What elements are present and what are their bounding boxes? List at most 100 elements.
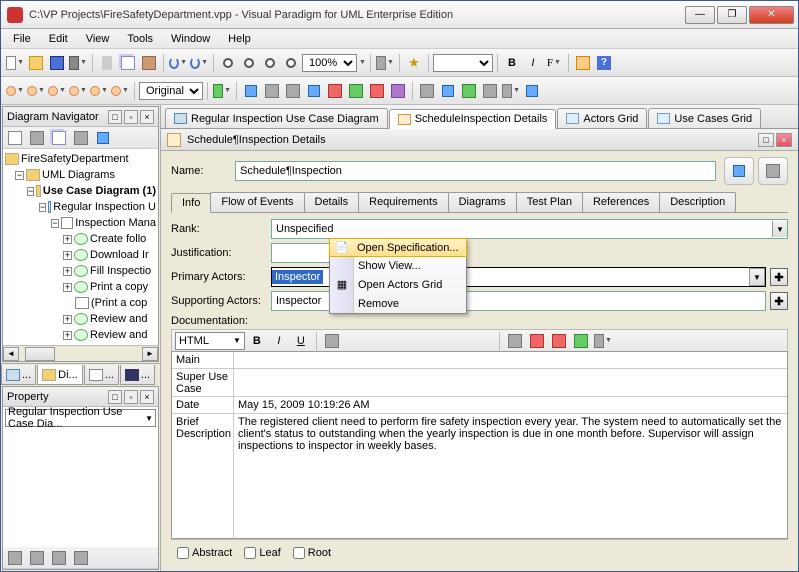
rte-link[interactable]	[505, 332, 525, 350]
cm-open-grid[interactable]: ▦Open Actors Grid	[330, 275, 466, 294]
menu-window[interactable]: Window	[163, 31, 218, 47]
abstract-check[interactable]: Abstract	[177, 547, 232, 559]
add-primary-actor-button[interactable]: ✚	[770, 268, 788, 286]
primary-actors-dropdown[interactable]: ▼	[749, 268, 765, 286]
undo-button[interactable]: ▼	[168, 53, 188, 73]
prop-tb-4[interactable]	[71, 548, 91, 568]
tree-item-4[interactable]: (Print a cop	[5, 295, 156, 311]
rte-underline[interactable]: U	[291, 332, 311, 350]
menu-file[interactable]: File	[5, 31, 39, 47]
zoom-in-button[interactable]	[218, 53, 238, 73]
prop-tb-1[interactable]	[5, 548, 25, 568]
form-button[interactable]	[758, 157, 788, 185]
stab-diag[interactable]: Diagrams	[448, 192, 517, 212]
cut-button[interactable]	[97, 53, 117, 73]
rte-more[interactable]: ▼	[593, 332, 613, 350]
stab-desc[interactable]: Description	[659, 192, 736, 212]
tb2-6[interactable]: ▼	[110, 81, 130, 101]
prop-tb-3[interactable]	[49, 548, 69, 568]
prop-tb-2[interactable]	[27, 548, 47, 568]
minimize-button[interactable]: —	[685, 6, 715, 24]
tree-ucd[interactable]: −Use Case Diagram (1)	[5, 183, 156, 199]
leaf-check[interactable]: Leaf	[244, 547, 280, 559]
detail-close-button[interactable]: ×	[776, 133, 792, 147]
rte-align-l[interactable]	[322, 332, 342, 350]
menu-tools[interactable]: Tools	[119, 31, 161, 47]
tb2-m[interactable]: ▼	[501, 81, 521, 101]
help-button[interactable]: ?	[594, 53, 614, 73]
rte-actor2[interactable]	[549, 332, 569, 350]
ltab-2[interactable]: Di...	[37, 365, 83, 385]
stab-flow[interactable]: Flow of Events	[210, 192, 304, 212]
nav-tb-1[interactable]	[5, 128, 25, 148]
original-combo[interactable]: Original	[139, 82, 203, 100]
nav-close-icon[interactable]: ×	[140, 110, 154, 124]
nav-tb-2[interactable]	[27, 128, 47, 148]
cm-show-view[interactable]: Show View...	[330, 256, 466, 275]
tree-root[interactable]: FireSafetyDepartment	[5, 151, 156, 167]
tb2-f[interactable]	[346, 81, 366, 101]
ltab-4[interactable]: ...	[120, 365, 155, 385]
rte-format-combo[interactable]: HTML▼	[175, 332, 245, 350]
undef-combo[interactable]	[433, 54, 493, 72]
cm-remove[interactable]: Remove	[330, 294, 466, 313]
paste-button[interactable]	[139, 53, 159, 73]
primary-actor-tag[interactable]: Inspector	[272, 270, 323, 284]
tree-reg[interactable]: −Regular Inspection U	[5, 199, 156, 215]
etab-details[interactable]: ScheduleInspection Details	[389, 109, 557, 129]
diagram-tree[interactable]: FireSafetyDepartment −UML Diagrams −Use …	[3, 149, 158, 345]
redo-button[interactable]: ▼	[189, 53, 209, 73]
cell-main-v[interactable]	[234, 352, 787, 369]
prop-close-icon[interactable]: ×	[140, 390, 154, 404]
tree-mana[interactable]: −Inspection Mana	[5, 215, 156, 231]
rte-image[interactable]	[571, 332, 591, 350]
cell-super-v[interactable]	[234, 369, 787, 397]
tb2-a[interactable]	[241, 81, 261, 101]
link-button[interactable]	[724, 157, 754, 185]
stab-tp[interactable]: Test Plan	[516, 192, 583, 212]
prop-min-icon[interactable]: □	[108, 390, 122, 404]
rte-italic[interactable]: I	[269, 332, 289, 350]
cell-brief-v[interactable]: The registered client need to perform fi…	[234, 414, 787, 538]
name-input[interactable]	[235, 161, 716, 181]
font-button[interactable]: F▼	[544, 53, 564, 73]
tb2-3[interactable]: ▼	[47, 81, 67, 101]
ltab-1[interactable]: ...	[1, 365, 36, 385]
spell-button[interactable]	[573, 53, 593, 73]
print-button[interactable]: ▼	[68, 53, 88, 73]
tb2-j[interactable]	[438, 81, 458, 101]
nav-tb-3[interactable]	[49, 128, 69, 148]
tree-item-6-expand[interactable]: +Review and	[5, 327, 156, 343]
tb2-h[interactable]	[388, 81, 408, 101]
nav-min-icon[interactable]: □	[108, 110, 122, 124]
tree-item-1-expand[interactable]: +Download Ir	[5, 247, 156, 263]
tree-item-2-expand[interactable]: +Fill Inspectio	[5, 263, 156, 279]
tb2-b[interactable]	[262, 81, 282, 101]
cm-open-spec[interactable]: 📄Open Specification...	[329, 238, 467, 257]
zoom-combo[interactable]: 100%	[302, 54, 357, 72]
add-supporting-actor-button[interactable]: ✚	[770, 292, 788, 310]
etab-usecases[interactable]: Use Cases Grid	[648, 108, 761, 128]
prop-rest-icon[interactable]: ▫	[124, 390, 138, 404]
maximize-button[interactable]: ❐	[717, 6, 747, 24]
rte-bold[interactable]: B	[247, 332, 267, 350]
detail-max-button[interactable]: □	[758, 133, 774, 147]
open-button[interactable]	[26, 53, 46, 73]
tree-item-3-expand[interactable]: +Print a copy	[5, 279, 156, 295]
new-button[interactable]: ▼	[5, 53, 25, 73]
tb2-run[interactable]: ▼	[212, 81, 232, 101]
zoom-fit-button[interactable]	[281, 53, 301, 73]
save-button[interactable]	[47, 53, 67, 73]
menu-view[interactable]: View	[78, 31, 118, 47]
cell-date-v[interactable]: May 15, 2009 10:19:26 AM	[234, 397, 787, 414]
tb2-n[interactable]	[522, 81, 542, 101]
root-check[interactable]: Root	[293, 547, 331, 559]
tree-hscroll[interactable]: ◄►	[3, 345, 158, 361]
tree-item-0-expand[interactable]: +Create follo	[5, 231, 156, 247]
rte-actor[interactable]	[527, 332, 547, 350]
stab-req[interactable]: Requirements	[358, 192, 448, 212]
tree-item-5-expand[interactable]: +Review and	[5, 311, 156, 327]
stab-ref[interactable]: References	[582, 192, 660, 212]
tb2-g[interactable]	[367, 81, 387, 101]
copy-button[interactable]	[118, 53, 138, 73]
